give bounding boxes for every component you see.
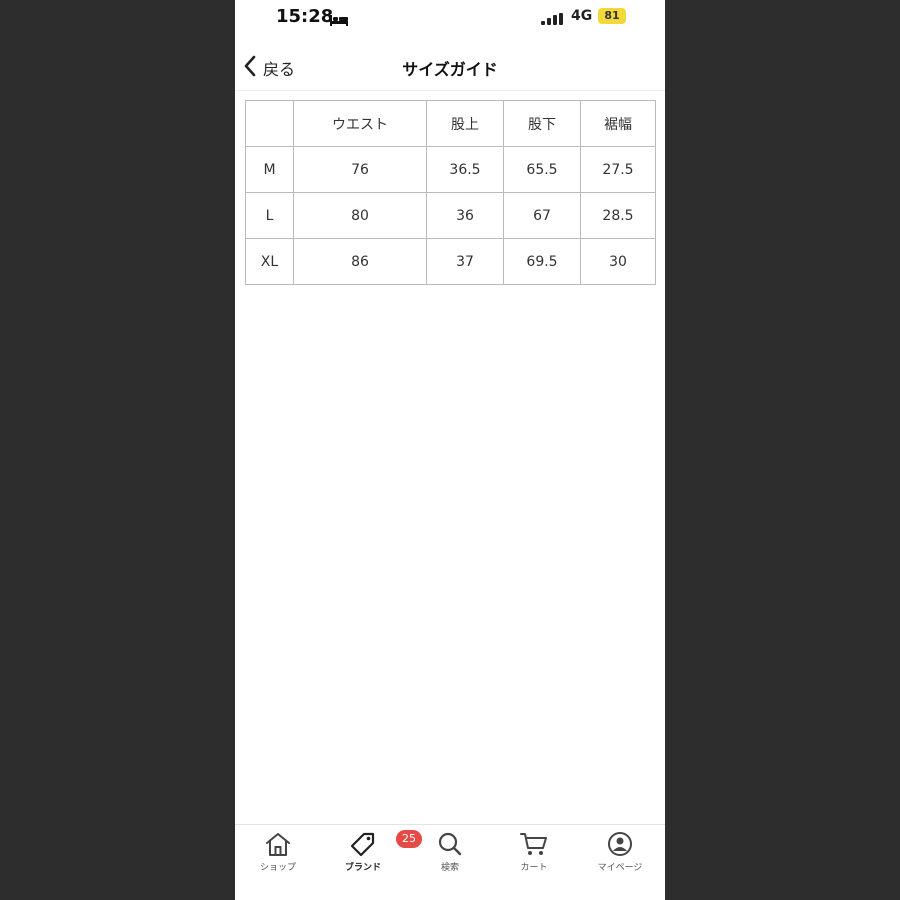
user-icon bbox=[585, 831, 655, 857]
size-guide-table: ウエスト 股上 股下 裾幅 M 76 36.5 65.5 27.5 L 80 3… bbox=[245, 100, 656, 285]
table-cell: 30 bbox=[580, 238, 656, 285]
battery-level: 81 bbox=[598, 8, 626, 24]
table-cell: 37 bbox=[426, 238, 504, 285]
table-row: M 76 36.5 65.5 27.5 bbox=[245, 146, 656, 193]
tab-search[interactable]: 検索 bbox=[415, 831, 485, 883]
tab-label: マイページ bbox=[597, 863, 643, 873]
search-icon bbox=[415, 831, 485, 857]
header-cell-hem-width: 裾幅 bbox=[580, 100, 656, 147]
table-cell: 67 bbox=[503, 192, 581, 239]
tab-brand[interactable]: ブランド bbox=[328, 831, 398, 883]
cellular-signal-icon bbox=[541, 10, 565, 29]
header-cell-waist: ウエスト bbox=[293, 100, 427, 147]
table-cell: 86 bbox=[293, 238, 427, 285]
header-cell-empty bbox=[245, 100, 294, 147]
tab-shop[interactable]: ショップ bbox=[243, 831, 313, 883]
table-row: XL 86 37 69.5 30 bbox=[245, 238, 656, 285]
table-cell: 69.5 bbox=[503, 238, 581, 285]
header-cell-rise: 股上 bbox=[426, 100, 504, 147]
header-cell-inseam: 股下 bbox=[503, 100, 581, 147]
table-row: L 80 36 67 28.5 bbox=[245, 192, 656, 239]
bottom-tab-bar: ショップ ブランド 検索 カート マイページ bbox=[235, 824, 665, 885]
tab-label: 検索 bbox=[440, 863, 459, 873]
table-header-row: ウエスト 股上 股下 裾幅 bbox=[245, 100, 656, 147]
size-label-cell: XL bbox=[245, 238, 294, 285]
tag-icon bbox=[328, 831, 398, 857]
table-cell: 28.5 bbox=[580, 192, 656, 239]
tab-label: カート bbox=[520, 863, 548, 873]
table-cell: 36 bbox=[426, 192, 504, 239]
table-cell: 27.5 bbox=[580, 146, 656, 193]
tab-cart[interactable]: カート bbox=[499, 831, 569, 883]
home-icon bbox=[243, 831, 313, 857]
phone-screen: 15:28 4G 81 戻る サイズガイド ウエスト 股上 股下 裾幅 M 76… bbox=[235, 0, 665, 900]
notification-badge: 25 bbox=[396, 830, 422, 848]
tab-label: ショップ bbox=[259, 863, 296, 873]
tab-mypage[interactable]: マイページ bbox=[585, 831, 655, 883]
cart-icon bbox=[499, 831, 569, 857]
table-cell: 36.5 bbox=[426, 146, 504, 193]
bed-icon bbox=[330, 11, 348, 30]
table-cell: 65.5 bbox=[503, 146, 581, 193]
status-bar: 15:28 4G 81 bbox=[235, 0, 665, 38]
table-cell: 80 bbox=[293, 192, 427, 239]
page-title: サイズガイド bbox=[402, 60, 498, 79]
tab-label: ブランド bbox=[344, 863, 381, 873]
network-type: 4G bbox=[571, 8, 593, 24]
table-cell: 76 bbox=[293, 146, 427, 193]
size-label-cell: L bbox=[245, 192, 294, 239]
size-label-cell: M bbox=[245, 146, 294, 193]
nav-header: 戻る サイズガイド bbox=[235, 46, 665, 91]
status-time: 15:28 bbox=[276, 6, 334, 27]
